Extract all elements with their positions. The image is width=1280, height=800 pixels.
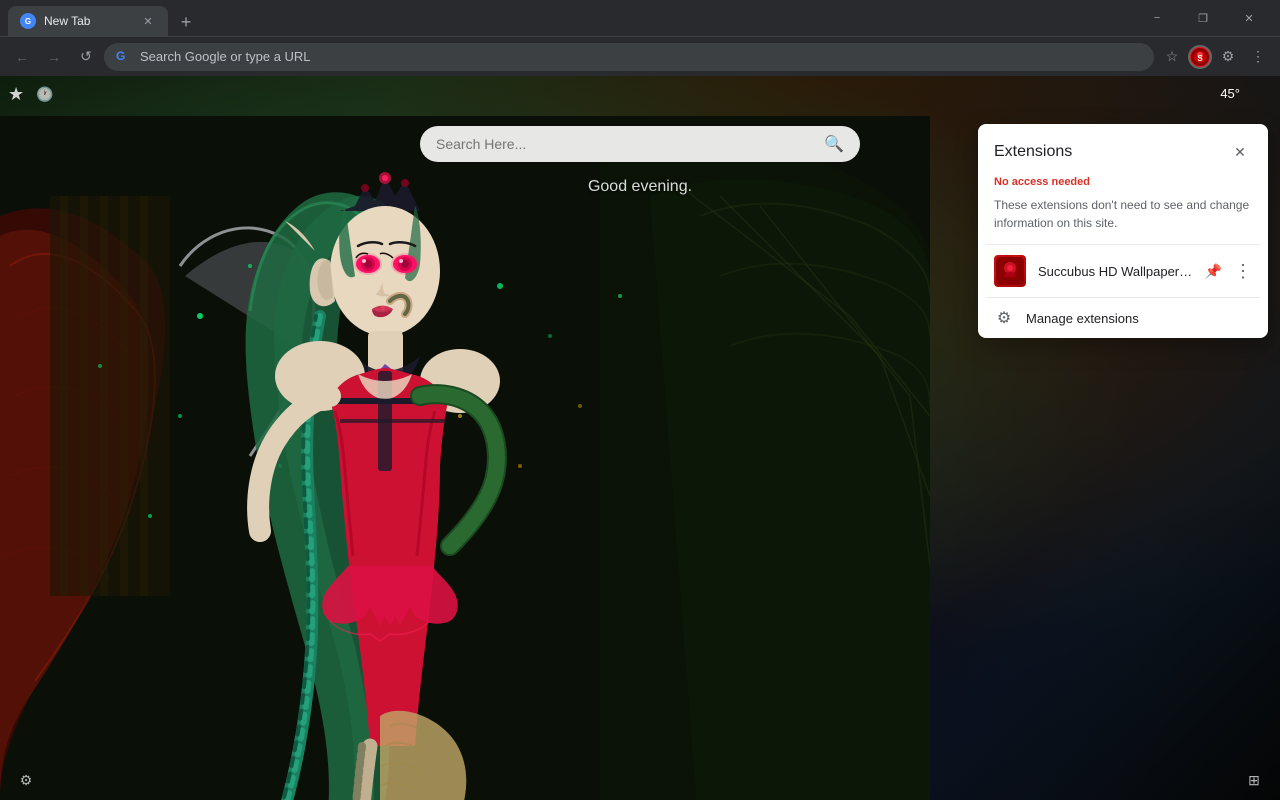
active-tab[interactable]: G New Tab ✕ (8, 6, 168, 36)
tab-close-button[interactable]: ✕ (140, 13, 156, 29)
clock-icon: 🕐 (36, 86, 53, 103)
back-button[interactable]: ← (8, 43, 36, 71)
refresh-icon: ↺ (80, 48, 92, 65)
apps-icon: ⊞ (1248, 772, 1260, 789)
extension-icon (994, 255, 1026, 287)
forward-icon: → (47, 49, 61, 65)
greeting-text: Good evening. (588, 178, 692, 196)
refresh-button[interactable]: ↺ (72, 43, 100, 71)
chrome-window: G New Tab ✕ + − ❐ ✕ ← → ↺ G Search Googl… (0, 0, 1280, 800)
bottom-bar: ⚙ ⊞ (0, 760, 1280, 800)
window-controls: − ❐ ✕ (1134, 2, 1272, 34)
menu-dots-icon: ⋮ (1251, 48, 1265, 65)
new-tab-button[interactable]: + (172, 8, 200, 36)
bookmark-button[interactable]: ☆ (1158, 43, 1186, 71)
apps-bottom-button[interactable]: ⊞ (1240, 766, 1268, 794)
svg-text:S: S (1197, 54, 1203, 63)
extensions-button[interactable]: ⚙ (1214, 43, 1242, 71)
star-icon: ☆ (1166, 48, 1179, 65)
settings-icon: ⚙ (20, 772, 33, 789)
pin-icon[interactable]: 📌 (1205, 263, 1222, 280)
minimize-button[interactable]: − (1134, 2, 1180, 34)
main-content: ★ 🕐 🔍 Good evening. 45° Extensions ✕ No … (0, 76, 1280, 800)
tab-favicon: G (20, 13, 36, 29)
extension-item-succubus[interactable]: Succubus HD Wallpapers New... 📌 ⋮ (978, 245, 1268, 297)
bookmark-star-button[interactable]: ★ (8, 84, 24, 105)
puzzle-icon: ⚙ (1222, 48, 1235, 65)
extensions-popup: Extensions ✕ No access needed These exte… (978, 124, 1268, 338)
bottom-left: ⚙ (12, 766, 40, 794)
ext-succubus-icon (996, 257, 1024, 285)
history-button[interactable]: 🕐 (36, 86, 53, 103)
close-button[interactable]: ✕ (1226, 2, 1272, 34)
search-overlay: 🔍 Good evening. (420, 126, 860, 196)
manage-extensions-label: Manage extensions (1026, 311, 1139, 326)
google-logo: G (116, 49, 132, 65)
tab-strip: G New Tab ✕ + (8, 0, 1134, 36)
top-bar-left: ★ 🕐 (8, 84, 54, 105)
popup-header: Extensions ✕ (978, 124, 1268, 172)
title-bar: G New Tab ✕ + − ❐ ✕ (0, 0, 1280, 36)
succubus-icon: S (1190, 47, 1210, 67)
bottom-right: ⊞ (1240, 766, 1268, 794)
extension-avatar-button[interactable]: S (1188, 45, 1212, 69)
toolbar-right: ☆ S ⚙ ⋮ (1158, 43, 1272, 71)
extension-more-button[interactable]: ⋮ (1234, 262, 1252, 280)
forward-button[interactable]: → (40, 43, 68, 71)
search-box: 🔍 (420, 126, 860, 162)
extension-name: Succubus HD Wallpapers New... (1038, 264, 1193, 279)
manage-extensions-row[interactable]: ⚙ Manage extensions (978, 298, 1268, 338)
gear-icon: ⚙ (994, 308, 1014, 328)
temperature-value: 45° (1220, 86, 1240, 101)
new-tab-search-input[interactable] (436, 136, 816, 152)
back-icon: ← (15, 49, 29, 65)
address-bar[interactable]: G Search Google or type a URL (104, 43, 1154, 71)
settings-bottom-button[interactable]: ⚙ (12, 766, 40, 794)
popup-desc-text: These extensions don't need to see and c… (994, 198, 1249, 230)
popup-close-button[interactable]: ✕ (1228, 140, 1252, 164)
nav-bar: ← → ↺ G Search Google or type a URL ☆ S (0, 36, 1280, 76)
popup-title: Extensions (994, 143, 1072, 161)
search-submit-button[interactable]: 🔍 (824, 134, 844, 154)
address-text: Search Google or type a URL (140, 49, 1142, 64)
time-display: 45° (1220, 86, 1240, 101)
tab-title: New Tab (44, 14, 132, 28)
maximize-button[interactable]: ❐ (1180, 2, 1226, 34)
popup-description: These extensions don't need to see and c… (978, 196, 1268, 244)
popup-section-title: No access needed (978, 172, 1268, 196)
chrome-menu-button[interactable]: ⋮ (1244, 43, 1272, 71)
